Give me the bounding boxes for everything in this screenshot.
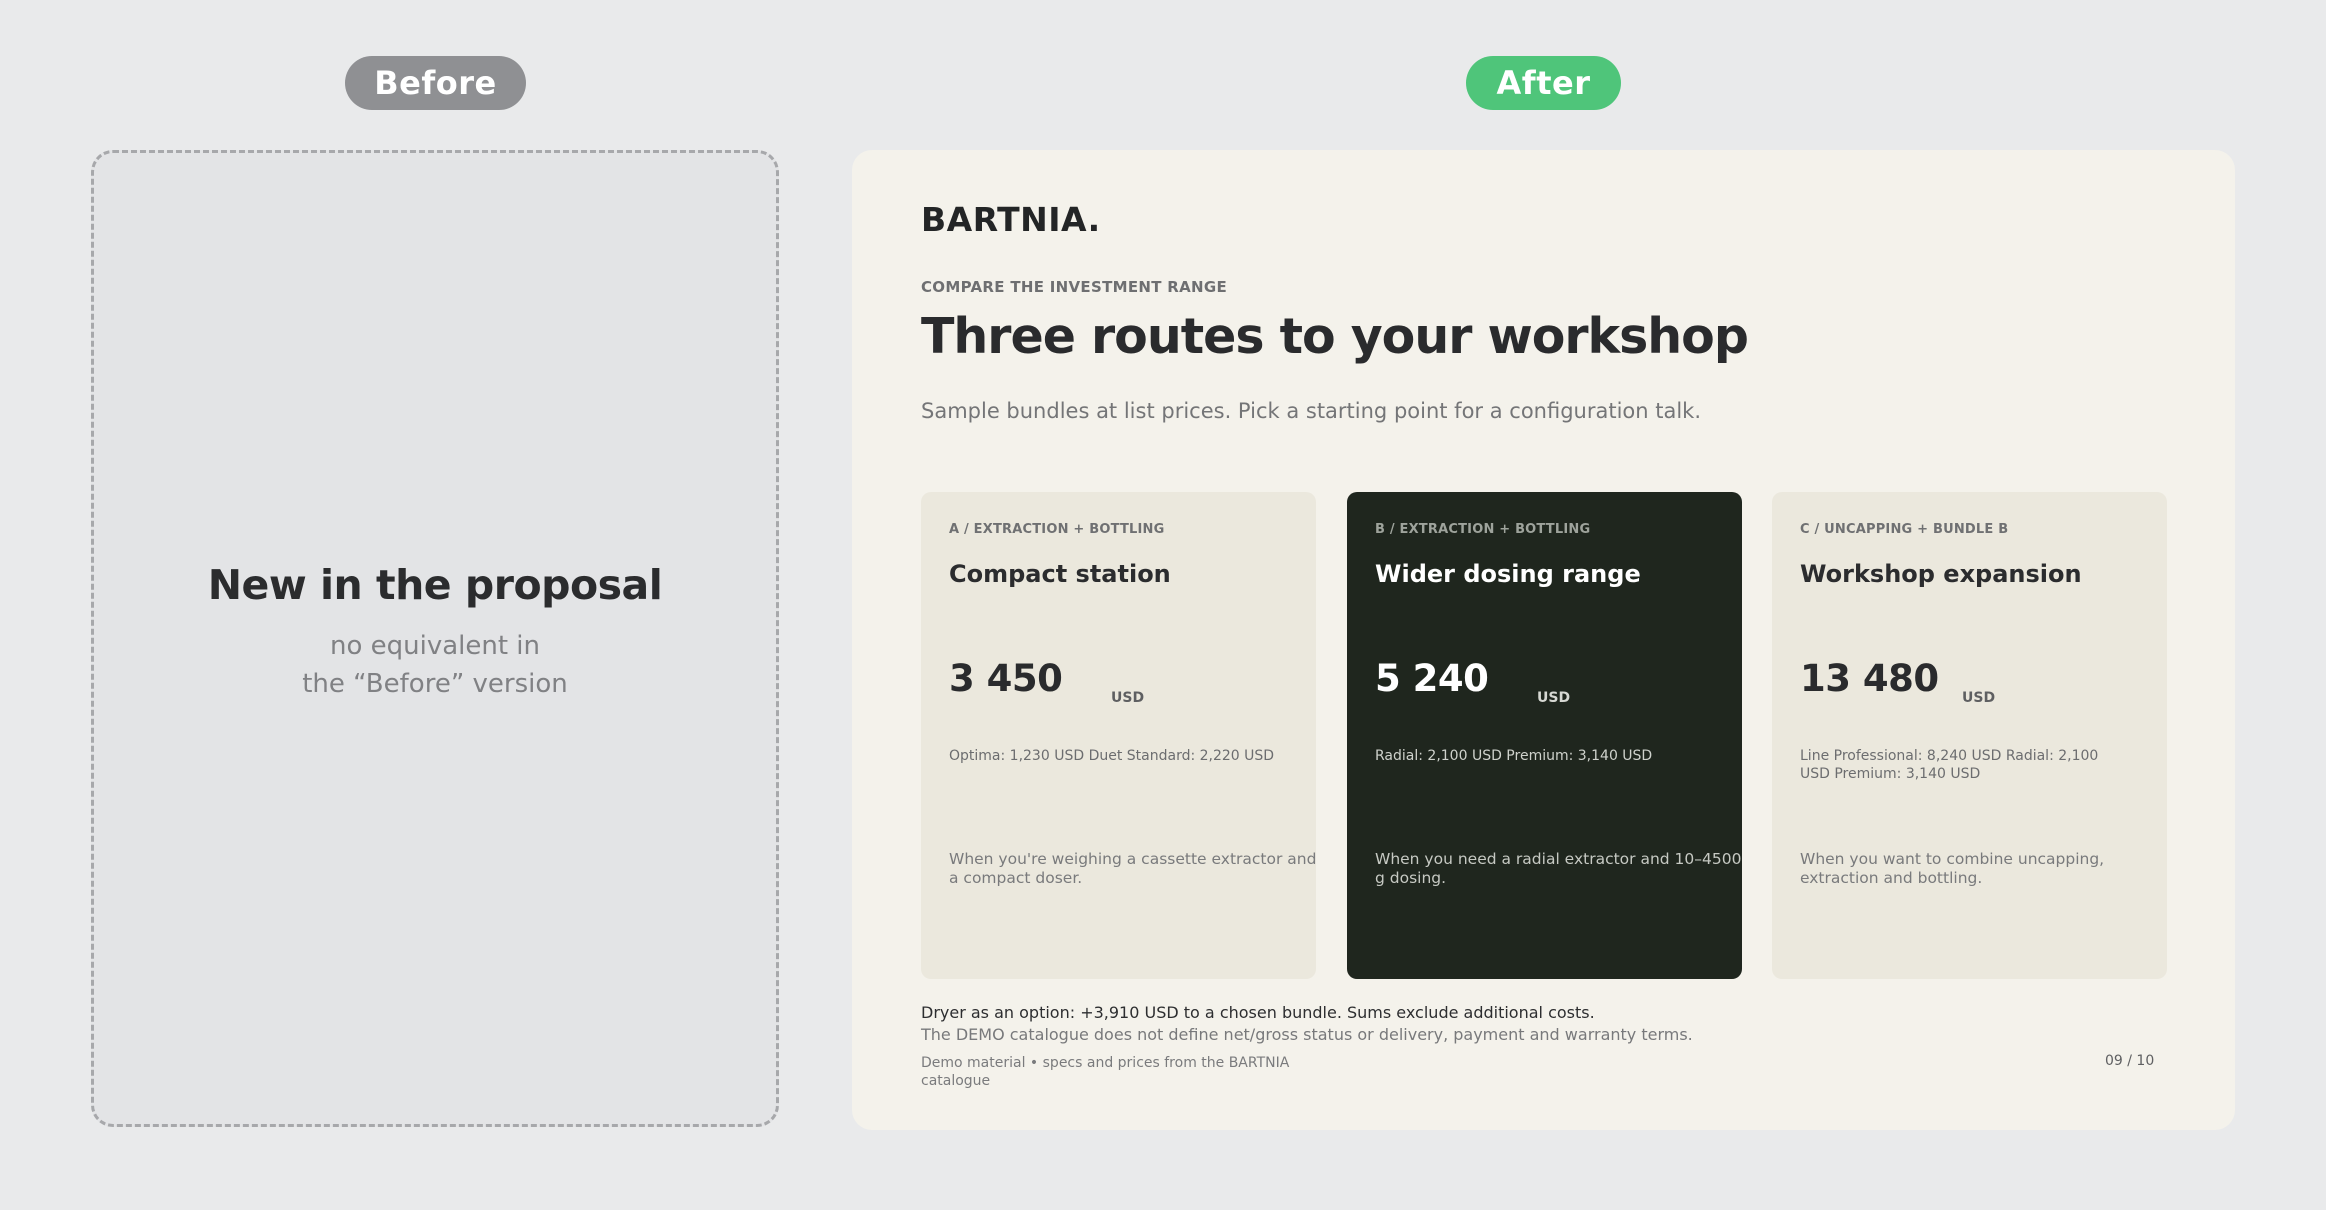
before-subtitle: no equivalent in the “Before” version bbox=[302, 627, 568, 703]
card-currency: USD bbox=[1537, 690, 1571, 706]
card-currency: USD bbox=[1962, 690, 1996, 706]
card-title: Workshop expansion bbox=[1800, 560, 2082, 588]
card-items: Radial: 2,100 USD Premium: 3,140 USD bbox=[1375, 748, 1653, 764]
after-label: After bbox=[1466, 56, 1621, 110]
before-label: Before bbox=[345, 56, 526, 110]
before-subtitle-line1: no equivalent in bbox=[329, 630, 540, 661]
eyebrow: COMPARE THE INVESTMENT RANGE bbox=[921, 278, 1228, 296]
bundle-card-a: A / EXTRACTION + BOTTLING Compact statio… bbox=[921, 492, 1316, 979]
slide-headline: Three routes to your workshop bbox=[921, 308, 1749, 365]
bundle-card-b: B / EXTRACTION + BOTTLING Wider dosing r… bbox=[1347, 492, 1742, 979]
card-tag: A / EXTRACTION + BOTTLING bbox=[949, 522, 1165, 537]
card-items: Optima: 1,230 USD Duet Standard: 2,220 U… bbox=[949, 748, 1275, 764]
card-items: Line Professional: 8,240 USD Radial: 2,1… bbox=[1800, 748, 2099, 782]
card-currency: USD bbox=[1111, 690, 1145, 706]
bundle-card-c: C / UNCAPPING + BUNDLE B Workshop expans… bbox=[1772, 492, 2167, 979]
page-number: 09 / 10 bbox=[2105, 1053, 2155, 1069]
card-price: 13 480 bbox=[1800, 657, 1939, 700]
card-price: 3 450 bbox=[949, 657, 1063, 700]
footnote-terms: The DEMO catalogue does not define net/g… bbox=[921, 1025, 1693, 1044]
slide-lede: Sample bundles at list prices. Pick a st… bbox=[921, 399, 1702, 423]
before-subtitle-line2: the “Before” version bbox=[302, 668, 568, 699]
card-title: Wider dosing range bbox=[1375, 560, 1641, 588]
card-note: When you want to combine uncapping, extr… bbox=[1800, 850, 2105, 887]
before-title: New in the proposal bbox=[207, 560, 663, 609]
footnote-dryer: Dryer as an option: +3,910 USD to a chos… bbox=[921, 1003, 1595, 1022]
after-slide: BARTNIA. COMPARE THE INVESTMENT RANGE Th… bbox=[852, 150, 2235, 1130]
card-title: Compact station bbox=[949, 560, 1171, 588]
card-price: 5 240 bbox=[1375, 657, 1489, 700]
before-placeholder-panel: New in the proposal no equivalent in the… bbox=[91, 150, 779, 1127]
footer-source: Demo material • specs and prices from th… bbox=[921, 1055, 1290, 1089]
brand-logo: BARTNIA. bbox=[921, 200, 1101, 239]
card-tag: B / EXTRACTION + BOTTLING bbox=[1375, 522, 1591, 537]
card-note: When you're weighing a cassette extracto… bbox=[949, 850, 1317, 887]
card-note: When you need a radial extractor and 10–… bbox=[1375, 850, 1742, 887]
card-tag: C / UNCAPPING + BUNDLE B bbox=[1800, 522, 2009, 537]
